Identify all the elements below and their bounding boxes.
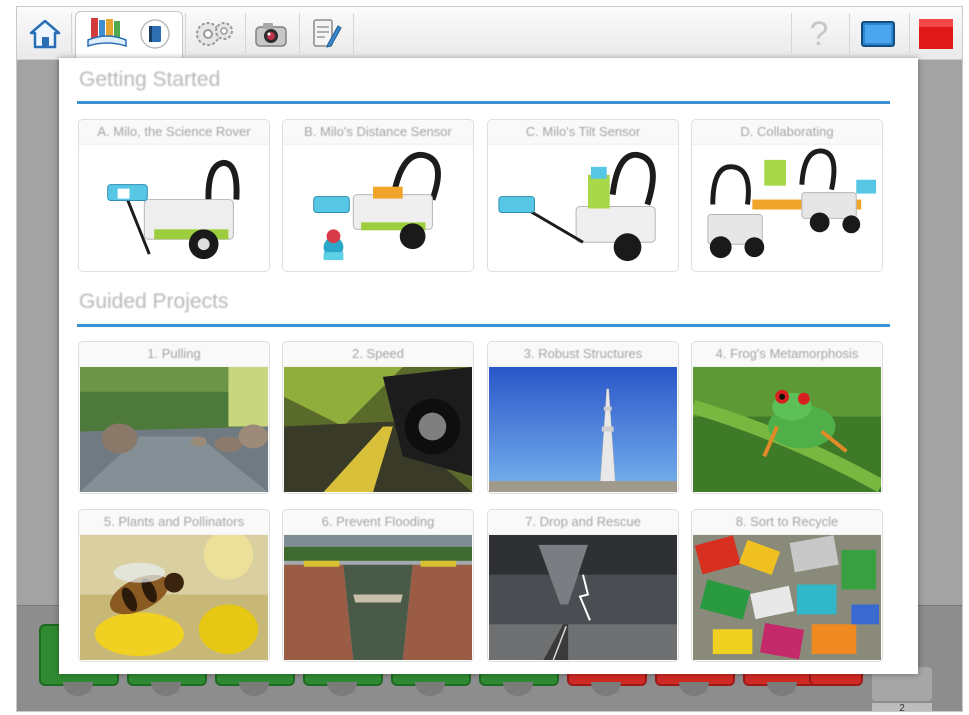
document-pen-icon[interactable] xyxy=(305,13,345,55)
books-icon xyxy=(83,13,131,55)
project-card[interactable]: D. Collaborating xyxy=(691,119,883,272)
robot-distance-sensor-image xyxy=(284,145,472,270)
project-card[interactable]: 8. Sort to Recycle xyxy=(691,509,883,662)
forest-road-boulders-image xyxy=(80,367,268,492)
card-label: D. Collaborating xyxy=(692,120,882,145)
project-card[interactable]: 5. Plants and Pollinators xyxy=(78,509,270,662)
card-label: 2. Speed xyxy=(283,342,473,367)
project-card[interactable]: C. Milo's Tilt Sensor xyxy=(487,119,679,272)
project-card[interactable]: 2. Speed xyxy=(282,341,474,494)
canal-lock-image xyxy=(284,535,472,660)
red-square-icon[interactable] xyxy=(915,13,957,55)
notebook-icon xyxy=(137,13,173,55)
bee-on-flower-image xyxy=(80,535,268,660)
workspace-left xyxy=(17,60,57,605)
card-label: 6. Prevent Flooding xyxy=(283,510,473,535)
card-label: C. Milo's Tilt Sensor xyxy=(488,120,678,145)
card-label: B. Milo's Distance Sensor xyxy=(283,120,473,145)
card-label: A. Milo, the Science Rover xyxy=(79,120,269,145)
tornado-storm-image xyxy=(489,535,677,660)
section-title-guided-projects: Guided Projects xyxy=(79,290,229,313)
robot-rover-image xyxy=(80,145,268,270)
help-button[interactable]: ? xyxy=(797,13,841,55)
tower-blue-sky-image xyxy=(489,367,677,492)
robot-tilt-sensor-image xyxy=(489,145,677,270)
card-label: 4. Frog's Metamorphosis xyxy=(692,342,882,367)
project-card[interactable]: 4. Frog's Metamorphosis xyxy=(691,341,883,494)
project-card[interactable]: B. Milo's Distance Sensor xyxy=(282,119,474,272)
card-label: 7. Drop and Rescue xyxy=(488,510,678,535)
project-card[interactable]: 7. Drop and Rescue xyxy=(487,509,679,662)
card-label: 8. Sort to Recycle xyxy=(692,510,882,535)
camera-icon[interactable] xyxy=(251,13,291,55)
project-card[interactable]: A. Milo, the Science Rover xyxy=(78,119,270,272)
project-card[interactable]: 1. Pulling xyxy=(78,341,270,494)
project-card[interactable]: 3. Robust Structures xyxy=(487,341,679,494)
section-divider xyxy=(77,324,890,327)
green-tree-frog-image xyxy=(693,367,881,492)
two-robots-image xyxy=(693,145,881,270)
gears-icon[interactable] xyxy=(191,13,237,55)
card-label: 1. Pulling xyxy=(79,342,269,367)
palette-counter: 2 xyxy=(872,703,932,711)
card-label: 5. Plants and Pollinators xyxy=(79,510,269,535)
workspace-right xyxy=(918,60,962,605)
recycling-pile-image xyxy=(693,535,881,660)
screen-icon[interactable] xyxy=(855,13,901,55)
section-divider xyxy=(77,101,890,104)
card-label: 3. Robust Structures xyxy=(488,342,678,367)
section-title-getting-started: Getting Started xyxy=(79,68,221,91)
speeding-car-image xyxy=(284,367,472,492)
lobby-dialog: Getting Started A. Milo, the Science Rov… xyxy=(59,58,918,674)
project-card[interactable]: 6. Prevent Flooding xyxy=(282,509,474,662)
top-toolbar: ? xyxy=(17,7,962,62)
house-icon[interactable] xyxy=(25,13,65,55)
